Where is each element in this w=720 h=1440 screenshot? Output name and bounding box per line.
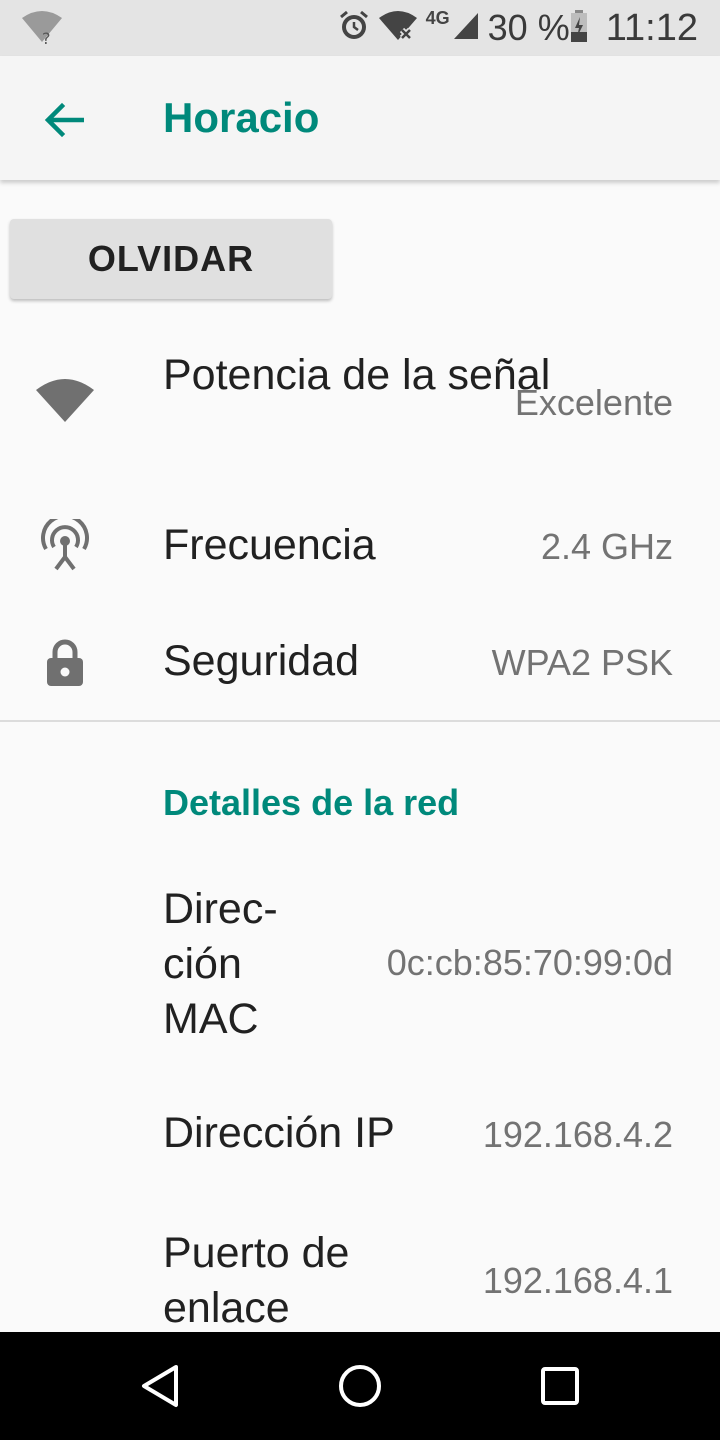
mac-address-row: Direc- ción MAC 0c:cb:85:70:99:0d <box>0 882 720 1047</box>
wifi-x-icon <box>378 10 418 47</box>
clock: 11:12 <box>605 6 698 49</box>
frequency-value: 2.4 GHz <box>540 526 673 567</box>
alarm-icon <box>338 10 370 47</box>
wifi-signal-icon <box>30 366 100 436</box>
nav-recents-button[interactable] <box>530 1356 590 1416</box>
back-arrow-icon <box>44 102 84 138</box>
wifi-question-icon: ? <box>20 10 64 48</box>
ip-address-value: 192.168.4.2 <box>482 1114 673 1155</box>
lock-icon <box>30 628 100 698</box>
back-triangle-icon <box>142 1365 178 1407</box>
forget-button[interactable]: OLVIDAR <box>10 219 332 299</box>
security-row: Seguridad WPA2 PSK <box>0 634 720 694</box>
security-value: WPA2 PSK <box>491 642 673 683</box>
ip-address-row: Dirección IP 192.168.4.2 <box>0 1106 720 1166</box>
signal-strength-value: Excelente <box>514 382 673 423</box>
home-circle-icon <box>339 1365 381 1407</box>
mac-address-label: Direc- ción MAC <box>163 885 278 1043</box>
antenna-icon <box>30 512 100 582</box>
nav-back-button[interactable] <box>130 1356 190 1416</box>
gateway-value: 192.168.4.1 <box>482 1260 673 1301</box>
nav-home-button[interactable] <box>330 1356 390 1416</box>
svg-text:?: ? <box>42 29 51 46</box>
back-arrow-button[interactable] <box>36 92 92 148</box>
network-details-heading: Detalles de la red <box>163 782 460 823</box>
gateway-label: Puerto de enlace <box>163 1229 350 1332</box>
recents-square-icon <box>541 1367 579 1405</box>
divider <box>0 720 720 722</box>
frequency-row: Frecuencia 2.4 GHz <box>0 518 720 578</box>
battery-charging-icon <box>570 9 588 48</box>
security-label: Seguridad <box>163 637 360 685</box>
battery-percent: 30 % <box>487 7 570 48</box>
cell-signal-icon <box>452 11 480 46</box>
navigation-bar <box>0 1332 720 1440</box>
gateway-row: Puerto de enlace 192.168.4.1 <box>0 1226 720 1336</box>
status-bar: ? 4G 30 % 11:12 <box>0 0 720 56</box>
signal-strength-label: Potencia de la señal <box>163 351 551 399</box>
ip-address-label: Dirección IP <box>163 1109 395 1157</box>
frequency-label: Frecuencia <box>163 521 376 569</box>
app-bar: Horacio <box>0 56 720 180</box>
mac-address-value: 0c:cb:85:70:99:0d <box>386 942 673 983</box>
signal-strength-row: Potencia de la señal Excelente <box>0 348 720 458</box>
page-title: Horacio <box>163 94 320 141</box>
network-type: 4G <box>425 7 450 28</box>
